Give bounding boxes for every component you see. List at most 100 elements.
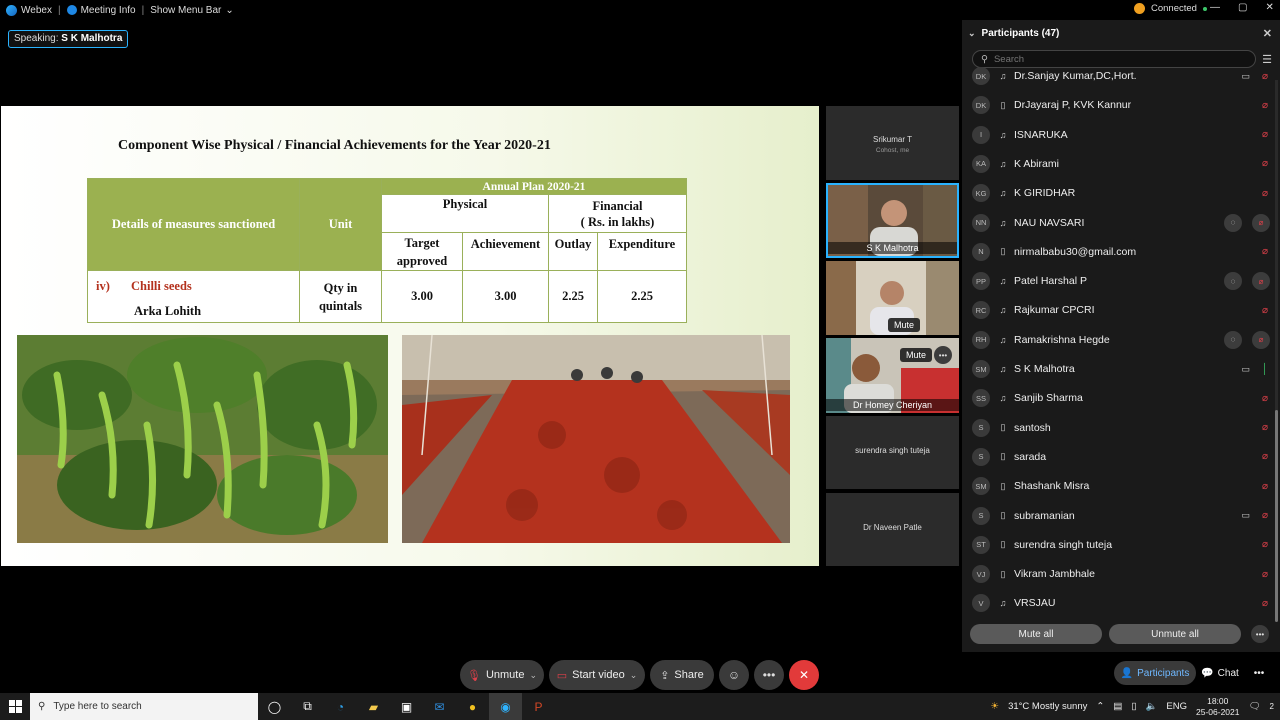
chrome-icon[interactable]: ● — [456, 693, 489, 720]
participant-row[interactable]: PP ♫ Patel Harshal P ◌ ⌀ — [962, 267, 1270, 295]
notification-icon[interactable]: 🗨 — [1248, 701, 1260, 712]
participant-row[interactable]: I ♫ ISNARUKA ⌀ — [962, 121, 1270, 149]
video-tile-patle[interactable]: Dr Naveen Patle — [826, 493, 959, 566]
sort-icon[interactable]: ☰ — [1262, 53, 1272, 66]
participant-name: nirmalbabu30@gmail.com — [1014, 245, 1137, 258]
start-video-button[interactable]: ▭ Start video ⌄ — [549, 660, 645, 690]
network-icon[interactable]: ▤ — [1113, 701, 1122, 712]
tray-chevron-icon[interactable]: ⌃ — [1096, 701, 1104, 712]
taskbar-search[interactable]: ⚲ Type here to search — [30, 693, 258, 720]
participants-tab[interactable]: 👤 Participants — [1114, 661, 1196, 685]
chat-tab[interactable]: 💬 Chat — [1199, 661, 1241, 685]
end-meeting-button[interactable]: ✕ — [789, 660, 819, 690]
participant-row[interactable]: SM ▯ Shashank Misra ⌀ — [962, 472, 1270, 500]
mic-muted-icon[interactable]: ⌀ — [1260, 481, 1270, 492]
phone-icon: ▯ — [1000, 99, 1006, 110]
participant-row[interactable]: N ▯ nirmalbabu30@gmail.com ⌀ — [962, 238, 1270, 266]
webex-menu[interactable]: Webex — [0, 4, 58, 16]
participant-row[interactable]: S ▯ sarada ⌀ — [962, 443, 1270, 471]
video-tile-malhotra[interactable]: S K Malhotra — [826, 183, 959, 258]
store-icon[interactable]: ▣ — [390, 693, 423, 720]
participant-row[interactable]: S ▯ subramanian ▭ ⌀ — [962, 502, 1270, 530]
mic-muted-icon[interactable]: ⌀ — [1260, 100, 1270, 111]
participant-status: ⌀ — [1260, 393, 1270, 404]
participant-name: Dr.Sanjay Kumar,DC,Hort. — [1014, 70, 1137, 82]
share-button[interactable]: ⇪ Share — [650, 660, 714, 690]
mic-muted-icon[interactable]: ⌀ — [1252, 330, 1270, 349]
collapse-chevron-icon[interactable]: ⌄ — [968, 28, 976, 39]
mute-all-button[interactable]: Mute all — [970, 624, 1102, 644]
file-explorer-icon[interactable]: ▰ — [357, 693, 390, 720]
search-icon: ⚲ — [38, 701, 46, 712]
more-options-icon[interactable]: ••• — [934, 346, 952, 364]
show-menu-bar-button[interactable]: Show Menu Bar ⌄ — [144, 5, 240, 16]
video-tile-participant[interactable]: Mute — [826, 261, 959, 335]
participant-row[interactable]: DK ♫ Dr.Sanjay Kumar,DC,Hort. ▭ ⌀ — [962, 66, 1270, 90]
reactions-button[interactable]: ☺ — [719, 660, 749, 690]
battery-icon[interactable]: ▯ — [1131, 701, 1136, 712]
participant-row[interactable]: NN ♫ NAU NAVSARI ◌ ⌀ — [962, 209, 1270, 237]
chat-icon[interactable]: ◌ — [1224, 213, 1242, 232]
mic-muted-icon[interactable]: ⌀ — [1260, 188, 1270, 199]
mic-muted-icon[interactable]: ⌀ — [1260, 305, 1270, 316]
powerpoint-icon[interactable]: P — [522, 693, 555, 720]
participant-row[interactable]: SS ♫ Sanjib Sharma ⌀ — [962, 384, 1270, 412]
participant-row[interactable]: RH ♫ Ramakrishna Hegde ◌ ⌀ — [962, 326, 1270, 354]
scrollbar-thumb[interactable] — [1275, 410, 1278, 622]
mic-muted-icon[interactable]: ⌀ — [1252, 272, 1270, 291]
volume-icon[interactable]: 🔈 — [1146, 701, 1158, 712]
weather-label[interactable]: 31°C Mostly sunny — [1008, 701, 1087, 712]
webex-taskbar-icon[interactable]: ◉ — [489, 693, 522, 720]
panel-more-button[interactable]: ••• — [1248, 661, 1270, 685]
mic-muted-icon[interactable]: ⌀ — [1260, 71, 1270, 82]
unmute-all-button[interactable]: Unmute all — [1109, 624, 1241, 644]
participant-row[interactable]: KG ♫ K GIRIDHAR ⌀ — [962, 179, 1270, 207]
video-tile-tuteja[interactable]: surendra singh tuteja — [826, 416, 959, 489]
participant-row[interactable]: DK ▯ DrJayaraj P, KVK Kannur ⌀ — [962, 91, 1270, 119]
participant-row[interactable]: ST ▯ surendra singh tuteja ⌀ — [962, 531, 1270, 559]
avatar: S — [972, 506, 990, 525]
video-tile-cheriyan[interactable]: Mute ••• Dr Homey Cheriyan — [826, 338, 959, 413]
chat-icon[interactable]: ◌ — [1224, 330, 1242, 349]
mic-muted-icon[interactable]: ⌀ — [1260, 539, 1270, 550]
meeting-info-button[interactable]: Meeting Info — [61, 5, 142, 16]
participant-row[interactable]: KA ♫ K Abirami ⌀ — [962, 150, 1270, 178]
mic-muted-icon[interactable]: ⌀ — [1260, 569, 1270, 580]
mic-muted-icon[interactable]: ⌀ — [1260, 393, 1270, 404]
connection-status[interactable]: Connected — [1134, 3, 1207, 14]
mic-muted-icon[interactable]: ⌀ — [1260, 451, 1270, 462]
task-view-icon[interactable]: ⧉ — [291, 693, 324, 720]
edge-icon[interactable]: ◔ — [324, 693, 357, 720]
mail-icon[interactable]: ✉ — [423, 693, 456, 720]
tile-name: Dr Homey Cheriyan — [826, 399, 959, 411]
mic-muted-icon[interactable]: ⌀ — [1260, 158, 1270, 169]
close-panel-icon[interactable]: ✕ — [1263, 27, 1272, 40]
mic-muted-icon[interactable]: ⌀ — [1260, 598, 1270, 609]
mic-on-icon[interactable]: │ — [1260, 364, 1270, 375]
minimize-icon[interactable]: — — [1210, 2, 1220, 13]
more-options-icon[interactable]: ••• — [1251, 625, 1269, 643]
participant-row[interactable]: VJ ▯ Vikram Jambhale ⌀ — [962, 560, 1270, 588]
mic-muted-icon[interactable]: ⌀ — [1252, 213, 1270, 232]
mute-participant-button[interactable]: Mute — [900, 348, 933, 362]
participant-row[interactable]: SM ♫ S K Malhotra ▭ │ — [962, 355, 1270, 383]
mute-participant-button[interactable]: Mute — [888, 318, 921, 332]
participant-row[interactable]: V ♫ VRSJAU ⌀ — [962, 589, 1270, 617]
mic-muted-icon[interactable]: ⌀ — [1260, 246, 1270, 257]
language-label[interactable]: ENG — [1166, 701, 1187, 712]
mic-muted-icon[interactable]: ⌀ — [1260, 129, 1270, 140]
close-window-icon[interactable]: ✕ — [1265, 2, 1273, 13]
mic-muted-icon[interactable]: ⌀ — [1260, 510, 1270, 521]
video-tile-srikumar[interactable]: Srikumar T Cohost, me — [826, 106, 959, 180]
participant-row[interactable]: S ▯ santosh ⌀ — [962, 414, 1270, 442]
windows-start-button[interactable] — [0, 693, 30, 720]
more-options-button[interactable]: ••• — [754, 660, 784, 690]
chat-icon[interactable]: ◌ — [1224, 272, 1242, 291]
cortana-icon[interactable]: ◯ — [258, 693, 291, 720]
mic-muted-icon[interactable]: ⌀ — [1260, 422, 1270, 433]
clock[interactable]: 18:00 25-06-2021 — [1196, 696, 1239, 718]
unmute-button[interactable]: 🎙 Unmute ⌄ — [460, 660, 544, 690]
participant-row[interactable]: RC ♫ Rajkumar CPCRI ⌀ — [962, 296, 1270, 324]
search-input[interactable] — [993, 53, 1234, 65]
maximize-icon[interactable]: ▢ — [1238, 2, 1247, 13]
